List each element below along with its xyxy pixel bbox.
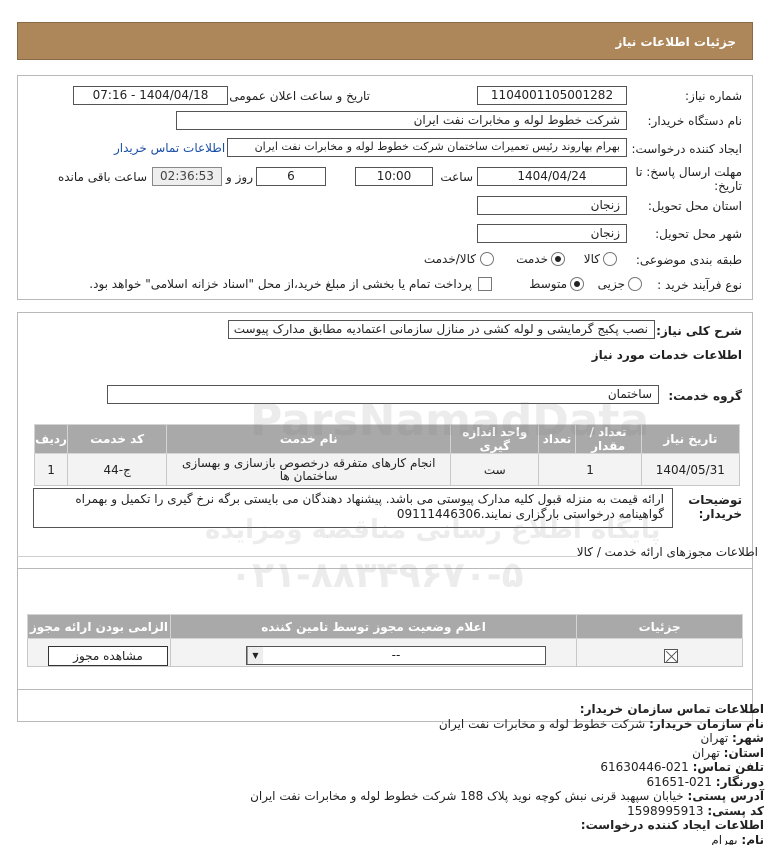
creator-title: اطلاعات ایجاد کننده درخواست: xyxy=(580,818,764,832)
permits-title: اطلاعات مجوزهای ارائه خدمت / کالا xyxy=(576,545,758,559)
buyer-field: شرکت خطوط لوله و مخابرات نفت ایران xyxy=(176,111,627,130)
contact-section: اطلاعات تماس سازمان خریدار: نام سازمان خ… xyxy=(250,702,764,845)
table-row: 1404/05/31 1 ست انجام کارهای متفرقه درخص… xyxy=(33,453,741,486)
city-label: شهر محل تحویل: xyxy=(655,227,742,241)
category-radio-goods-service[interactable] xyxy=(480,252,494,266)
contact-fax-value: 021-61651 xyxy=(646,774,712,789)
cell-unit: ست xyxy=(450,453,540,486)
cell-date: 1404/05/31 xyxy=(640,453,741,486)
announce-label: تاریخ و ساعت اعلان عمومی: xyxy=(225,89,370,103)
contact-phone-value: 021-61630446 xyxy=(600,760,689,774)
creator-name-value: بهرام xyxy=(711,832,738,845)
contact-address-label: آدرس پستی: xyxy=(687,789,764,803)
announce-field: 1404/04/18 - 07:16 xyxy=(73,86,228,105)
service-group-field: ساختمان xyxy=(107,385,659,404)
remaining-label: ساعت باقی مانده xyxy=(57,170,147,184)
creator-label: ایجاد کننده درخواست: xyxy=(631,142,742,156)
permits-table-header: جزئیات اعلام وضعیت مجوز توسط تامین کننده… xyxy=(27,614,743,639)
services-table-header: تاریخ نیاز تعداد / مقدار تعداد واحد اندا… xyxy=(33,424,741,454)
col-code: کد خدمت xyxy=(67,424,168,454)
cell-index: 1 xyxy=(33,453,69,486)
page-title: جزئیات اطلاعات نیاز xyxy=(615,35,736,49)
contact-province-value: تهران xyxy=(692,745,720,760)
col-date: تاریخ نیاز xyxy=(640,424,741,454)
process-radio-minor[interactable] xyxy=(628,277,642,291)
contact-title: اطلاعات تماس سازمان خریدار: xyxy=(579,702,764,716)
services-title: اطلاعات خدمات مورد نیاز xyxy=(591,348,742,362)
contact-org-value: شرکت خطوط لوله و مخابرات نفت ایران xyxy=(438,716,646,731)
required-checkbox-icon xyxy=(664,649,678,663)
contact-postal-value: 1598995913 xyxy=(627,803,704,818)
contact-phone-row: تلفن تماس: 021-61630446 xyxy=(250,760,764,775)
chevron-down-icon: ▼ xyxy=(247,647,263,664)
category-radio-service[interactable] xyxy=(551,252,565,266)
view-permit-button[interactable]: مشاهده مجوز xyxy=(48,646,168,666)
process-radio-medium[interactable] xyxy=(570,277,584,291)
process-label: نوع فرآیند خرید : xyxy=(657,278,742,292)
creator-field: بهرام بهاروند رئیس تعمیرات ساختمان شرکت … xyxy=(227,138,627,157)
services-table: تاریخ نیاز تعداد / مقدار تعداد واحد اندا… xyxy=(33,424,741,486)
contact-province-row: استان: تهران xyxy=(250,746,764,761)
days-field: 6 xyxy=(256,167,326,186)
contact-org-label: نام سازمان خریدار: xyxy=(649,716,764,731)
col-count: تعداد xyxy=(538,424,576,454)
deadline-date-field: 1404/04/24 xyxy=(477,167,627,186)
contact-phone-label: تلفن تماس: xyxy=(692,760,764,774)
category-option-service: خدمت xyxy=(516,252,548,266)
permit-status-value: -- xyxy=(391,648,401,662)
contact-address-row: آدرس پستی: خیابان سپهبد قرنی نبش کوچه نو… xyxy=(250,789,764,804)
contact-fax-row: دورنگار: 021-61651 xyxy=(250,774,765,790)
category-option-goods: کالا xyxy=(583,252,600,266)
col-details: جزئیات xyxy=(576,614,743,639)
contact-city-value: تهران xyxy=(700,731,729,745)
category-radio-goods[interactable] xyxy=(603,252,617,266)
col-status: اعلام وضعیت مجوز توسط تامین کننده xyxy=(169,614,578,639)
col-qty: تعداد / مقدار xyxy=(574,424,642,454)
process-option-medium: متوسط xyxy=(529,277,567,291)
cell-name: انجام کارهای متفرقه درخصوص بازسازی و بهس… xyxy=(166,453,452,486)
contact-city-label: شهر: xyxy=(732,731,764,745)
remaining-time-field: 02:36:53 xyxy=(152,167,222,186)
buyer-label: نام دستگاه خریدار: xyxy=(647,114,743,128)
deadline-label: مهلت ارسال پاسخ: تا تاریخ: xyxy=(635,165,742,193)
contact-address-value: خیابان سپهبد قرنی نبش کوچه نوید پلاک 188… xyxy=(250,789,684,803)
category-option-goods-service: کالا/خدمت xyxy=(423,252,476,266)
treasury-payment-checkbox[interactable] xyxy=(478,277,492,291)
creator-name-row: نام: بهرام xyxy=(250,833,764,845)
col-index: ردیف xyxy=(33,424,69,454)
category-label: طبقه بندی موضوعی: xyxy=(635,253,742,267)
summary-field: نصب پکیج گرمایشی و لوله کشی در منازل ساز… xyxy=(228,320,655,339)
summary-label: شرح کلی نیاز: xyxy=(656,324,742,338)
col-name: نام خدمت xyxy=(166,424,452,454)
cell-details xyxy=(576,638,743,667)
permit-status-dropdown[interactable]: -- ▼ xyxy=(246,646,546,665)
page-header: جزئیات اطلاعات نیاز xyxy=(17,22,753,60)
contact-city-row: شهر: تهران xyxy=(250,731,764,746)
cell-qty: 1 xyxy=(538,453,642,486)
creator-name-label: نام: xyxy=(741,832,764,845)
days-label: روز و xyxy=(226,170,253,184)
buyer-notes-label: توضیحات خریدار: xyxy=(688,493,742,521)
contact-postal-row: کد پستی: 1598995913 xyxy=(250,804,764,819)
contact-fax-label: دورنگار: xyxy=(715,774,764,789)
deadline-time-field: 10:00 xyxy=(355,167,433,186)
col-required: الزامی بودن ارائه مجوز xyxy=(27,614,171,639)
contact-province-label: استان: xyxy=(723,745,764,760)
need-number-field: 1104001105001282 xyxy=(477,86,627,105)
service-group-label: گروه خدمت: xyxy=(668,389,742,403)
need-number-label: شماره نیاز: xyxy=(685,89,742,103)
contact-org-row: نام سازمان خریدار: شرکت خطوط لوله و مخاب… xyxy=(250,717,764,732)
time-label: ساعت xyxy=(440,170,473,184)
province-label: استان محل تحویل: xyxy=(647,199,742,213)
buyer-contact-link[interactable]: اطلاعات تماس خریدار xyxy=(114,141,225,155)
payment-note: پرداخت تمام یا بخشی از مبلغ خرید،از محل … xyxy=(89,277,472,291)
buyer-notes-field: ارائه قیمت به منزله قبول کلیه مدارک پیوس… xyxy=(33,488,673,528)
contact-postal-label: کد پستی: xyxy=(707,803,764,818)
province-field: زنجان xyxy=(477,196,627,215)
col-unit: واحد اندازه گیری xyxy=(450,424,540,454)
cell-code: ج-44 xyxy=(67,453,168,486)
permits-divider xyxy=(17,556,577,557)
process-option-minor: جزیی xyxy=(597,277,625,291)
city-field: زنجان xyxy=(477,224,627,243)
